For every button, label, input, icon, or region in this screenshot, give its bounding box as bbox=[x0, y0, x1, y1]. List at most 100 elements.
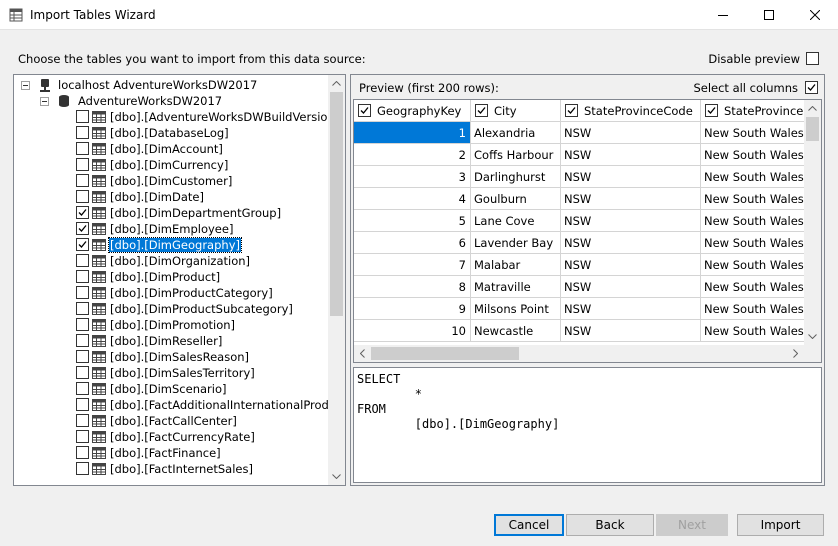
column-checkbox[interactable] bbox=[705, 104, 718, 117]
maximize-button[interactable] bbox=[746, 0, 792, 30]
tree-table-item[interactable]: [dbo].[FactCallCenter] bbox=[14, 413, 330, 429]
grid-cell[interactable]: New South Wales bbox=[701, 144, 821, 166]
grid-cell[interactable]: 8 bbox=[354, 276, 471, 298]
grid-scroll-up-arrow[interactable] bbox=[804, 100, 821, 117]
grid-cell[interactable]: NSW bbox=[561, 144, 701, 166]
table-checkbox[interactable] bbox=[76, 414, 89, 427]
next-button[interactable]: Next bbox=[656, 514, 728, 536]
grid-cell[interactable]: NSW bbox=[561, 254, 701, 276]
table-checkbox[interactable] bbox=[76, 238, 89, 251]
table-checkbox[interactable] bbox=[76, 430, 89, 443]
grid-cell[interactable]: NSW bbox=[561, 210, 701, 232]
scroll-down-arrow[interactable] bbox=[328, 468, 345, 485]
table-checkbox[interactable] bbox=[76, 446, 89, 459]
grid-cell[interactable]: NSW bbox=[561, 122, 701, 144]
grid-cell[interactable]: NSW bbox=[561, 320, 701, 342]
grid-cell[interactable]: New South Wales bbox=[701, 210, 821, 232]
tree-table-item[interactable]: [dbo].[DimDepartmentGroup] bbox=[14, 205, 330, 221]
sql-query-text[interactable]: SELECT * FROM [dbo].[DimGeography] bbox=[353, 367, 822, 483]
grid-cell[interactable]: 9 bbox=[354, 298, 471, 320]
column-header[interactable]: StateProvinceName bbox=[701, 100, 821, 122]
cancel-button[interactable]: Cancel bbox=[494, 514, 564, 536]
scroll-up-arrow[interactable] bbox=[328, 75, 345, 92]
grid-cell[interactable]: NSW bbox=[561, 276, 701, 298]
grid-cell[interactable]: Coffs Harbour bbox=[471, 144, 561, 166]
tree-table-item[interactable]: [dbo].[DimCustomer] bbox=[14, 173, 330, 189]
back-button[interactable]: Back bbox=[566, 514, 654, 536]
grid-cell[interactable]: New South Wales bbox=[701, 232, 821, 254]
table-checkbox[interactable] bbox=[76, 318, 89, 331]
column-checkbox[interactable] bbox=[565, 104, 578, 117]
grid-cell[interactable]: New South Wales bbox=[701, 188, 821, 210]
tree-table-item[interactable]: [dbo].[DimReseller] bbox=[14, 333, 330, 349]
grid-cell[interactable]: Milsons Point bbox=[471, 298, 561, 320]
tree-vertical-scrollbar[interactable] bbox=[328, 75, 345, 485]
table-checkbox[interactable] bbox=[76, 382, 89, 395]
table-checkbox[interactable] bbox=[76, 286, 89, 299]
table-checkbox[interactable] bbox=[76, 302, 89, 315]
column-checkbox[interactable] bbox=[358, 104, 371, 117]
tree-table-item[interactable]: [dbo].[DimOrganization] bbox=[14, 253, 330, 269]
disable-preview-checkbox[interactable] bbox=[806, 52, 819, 65]
grid-cell[interactable]: Matraville bbox=[471, 276, 561, 298]
table-checkbox[interactable] bbox=[76, 190, 89, 203]
grid-vertical-scrollbar[interactable] bbox=[804, 100, 821, 362]
grid-cell[interactable]: Darlinghurst bbox=[471, 166, 561, 188]
tree-table-item[interactable]: [dbo].[DimScenario] bbox=[14, 381, 330, 397]
grid-vertical-thumb[interactable] bbox=[806, 117, 819, 141]
table-checkbox[interactable] bbox=[76, 398, 89, 411]
grid-cell[interactable]: 7 bbox=[354, 254, 471, 276]
table-checkbox[interactable] bbox=[76, 110, 89, 123]
tree-table-item[interactable]: [dbo].[FactAdditionalInternationalProduc… bbox=[14, 397, 345, 413]
collapse-toggle[interactable] bbox=[40, 97, 49, 106]
grid-cell[interactable]: 6 bbox=[354, 232, 471, 254]
grid-cell[interactable]: New South Wales bbox=[701, 320, 821, 342]
column-checkbox[interactable] bbox=[475, 104, 488, 117]
tree-table-item[interactable]: [dbo].[FactFinance] bbox=[14, 445, 330, 461]
table-checkbox[interactable] bbox=[76, 270, 89, 283]
grid-cell[interactable]: 10 bbox=[354, 320, 471, 342]
grid-cell[interactable]: Lane Cove bbox=[471, 210, 561, 232]
tree-table-item[interactable]: [dbo].[DimPromotion] bbox=[14, 317, 330, 333]
grid-cell[interactable]: NSW bbox=[561, 232, 701, 254]
grid-cell[interactable]: Malabar bbox=[471, 254, 561, 276]
collapse-toggle[interactable] bbox=[21, 81, 30, 90]
column-header[interactable]: StateProvinceCode bbox=[561, 100, 701, 122]
grid-cell[interactable]: 5 bbox=[354, 210, 471, 232]
grid-cell[interactable]: New South Wales bbox=[701, 276, 821, 298]
grid-horizontal-thumb[interactable] bbox=[371, 347, 519, 360]
grid-horizontal-scrollbar[interactable] bbox=[354, 345, 804, 362]
grid-cell[interactable]: New South Wales bbox=[701, 298, 821, 320]
import-button[interactable]: Import bbox=[737, 514, 824, 536]
grid-cell[interactable]: 1 bbox=[354, 122, 471, 144]
table-checkbox[interactable] bbox=[76, 366, 89, 379]
select-all-columns-checkbox[interactable] bbox=[805, 81, 818, 94]
grid-cell[interactable]: NSW bbox=[561, 298, 701, 320]
grid-cell[interactable]: Alexandria bbox=[471, 122, 561, 144]
tree-table-item[interactable]: [dbo].[DimAccount] bbox=[14, 141, 330, 157]
tree-table-item[interactable]: [dbo].[DimProduct] bbox=[14, 269, 330, 285]
table-checkbox[interactable] bbox=[76, 254, 89, 267]
grid-cell[interactable]: NSW bbox=[561, 188, 701, 210]
grid-scroll-left-arrow[interactable] bbox=[354, 345, 371, 362]
grid-cell[interactable]: New South Wales bbox=[701, 254, 821, 276]
tree-table-item[interactable]: [dbo].[FactInternetSales] bbox=[14, 461, 330, 477]
grid-scroll-down-arrow[interactable] bbox=[804, 328, 821, 345]
grid-scroll-right-arrow[interactable] bbox=[787, 345, 804, 362]
tree-table-item[interactable]: [dbo].[DimGeography] bbox=[14, 237, 330, 253]
minimize-button[interactable] bbox=[700, 0, 746, 30]
table-checkbox[interactable] bbox=[76, 174, 89, 187]
table-checkbox[interactable] bbox=[76, 158, 89, 171]
table-checkbox[interactable] bbox=[76, 462, 89, 475]
tree-table-item[interactable]: [dbo].[DimProductSubcategory] bbox=[14, 301, 330, 317]
table-checkbox[interactable] bbox=[76, 334, 89, 347]
column-header[interactable]: City bbox=[471, 100, 561, 122]
grid-cell[interactable]: 4 bbox=[354, 188, 471, 210]
tree-table-item[interactable]: [dbo].[DatabaseLog] bbox=[14, 125, 330, 141]
tree-table-item[interactable]: [dbo].[FactCurrencyRate] bbox=[14, 429, 330, 445]
table-checkbox[interactable] bbox=[76, 126, 89, 139]
table-checkbox[interactable] bbox=[76, 142, 89, 155]
grid-cell[interactable]: Lavender Bay bbox=[471, 232, 561, 254]
tree-scroll-thumb[interactable] bbox=[330, 92, 343, 316]
tree-table-item[interactable]: [dbo].[DimCurrency] bbox=[14, 157, 330, 173]
